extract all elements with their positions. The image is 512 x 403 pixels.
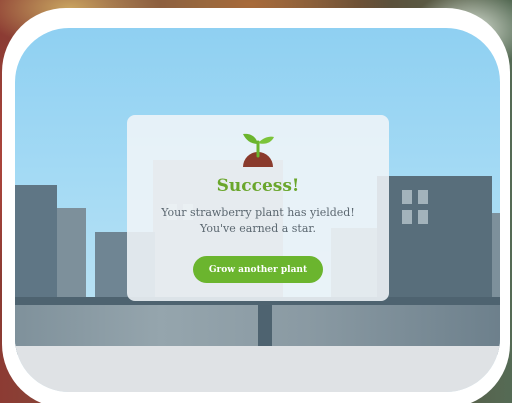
message-line: Your strawberry plant has yielded! <box>161 206 355 219</box>
message-line: You've earned a star. <box>200 222 316 235</box>
window <box>402 190 412 204</box>
dialog-title: Success! <box>216 176 300 196</box>
window <box>418 190 428 204</box>
success-dialog: Success! Your strawberry plant has yield… <box>127 115 389 301</box>
grow-another-plant-button[interactable]: Grow another plant <box>193 256 323 283</box>
sprout-icon <box>243 133 274 167</box>
ground <box>15 346 500 392</box>
window <box>402 210 412 224</box>
window <box>418 210 428 224</box>
dialog-message: Your strawberry plant has yielded! You'v… <box>127 205 389 237</box>
